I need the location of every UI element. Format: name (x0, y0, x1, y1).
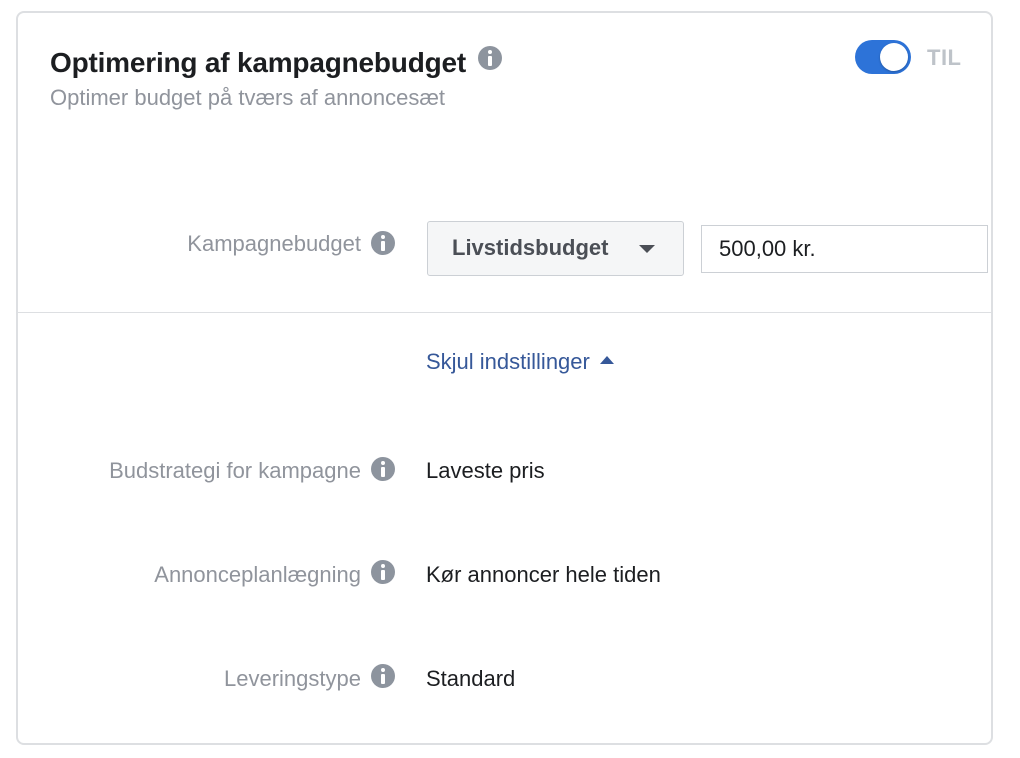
delivery-type-label: Leveringstype (224, 666, 361, 691)
info-icon[interactable] (371, 231, 395, 255)
caret-down-icon (639, 245, 655, 253)
campaign-budget-optimization-card: Optimering af kampagnebudget Optimer bud… (16, 11, 993, 745)
section-subtitle: Optimer budget på tværs af annoncesæt (50, 85, 445, 110)
ad-scheduling-label: Annonceplanlægning (154, 562, 361, 587)
cbo-toggle[interactable] (855, 40, 911, 74)
delivery-type-value: Standard (426, 666, 516, 691)
toggle-knob (880, 43, 908, 71)
toggle-state-label: TIL (927, 45, 962, 70)
section-title: Optimering af kampagnebudget (50, 47, 466, 78)
info-icon[interactable] (371, 560, 395, 584)
bid-strategy-label: Budstrategi for kampagne (109, 458, 361, 483)
budget-type-selected: Livstidsbudget (452, 235, 609, 260)
budget-amount-input[interactable] (701, 225, 988, 273)
bid-strategy-value: Laveste pris (426, 458, 545, 483)
info-icon[interactable] (371, 664, 395, 688)
budget-type-dropdown[interactable]: Livstidsbudget (427, 221, 684, 276)
info-icon[interactable] (371, 457, 395, 481)
info-icon[interactable] (478, 46, 502, 70)
ad-scheduling-value: Kør annoncer hele tiden (426, 562, 661, 587)
hide-settings-label: Skjul indstillinger (426, 349, 590, 374)
divider (18, 312, 991, 313)
hide-settings-link[interactable]: Skjul indstillinger (426, 349, 614, 375)
caret-up-icon (599, 356, 614, 365)
campaign-budget-label: Kampagnebudget (187, 231, 361, 256)
